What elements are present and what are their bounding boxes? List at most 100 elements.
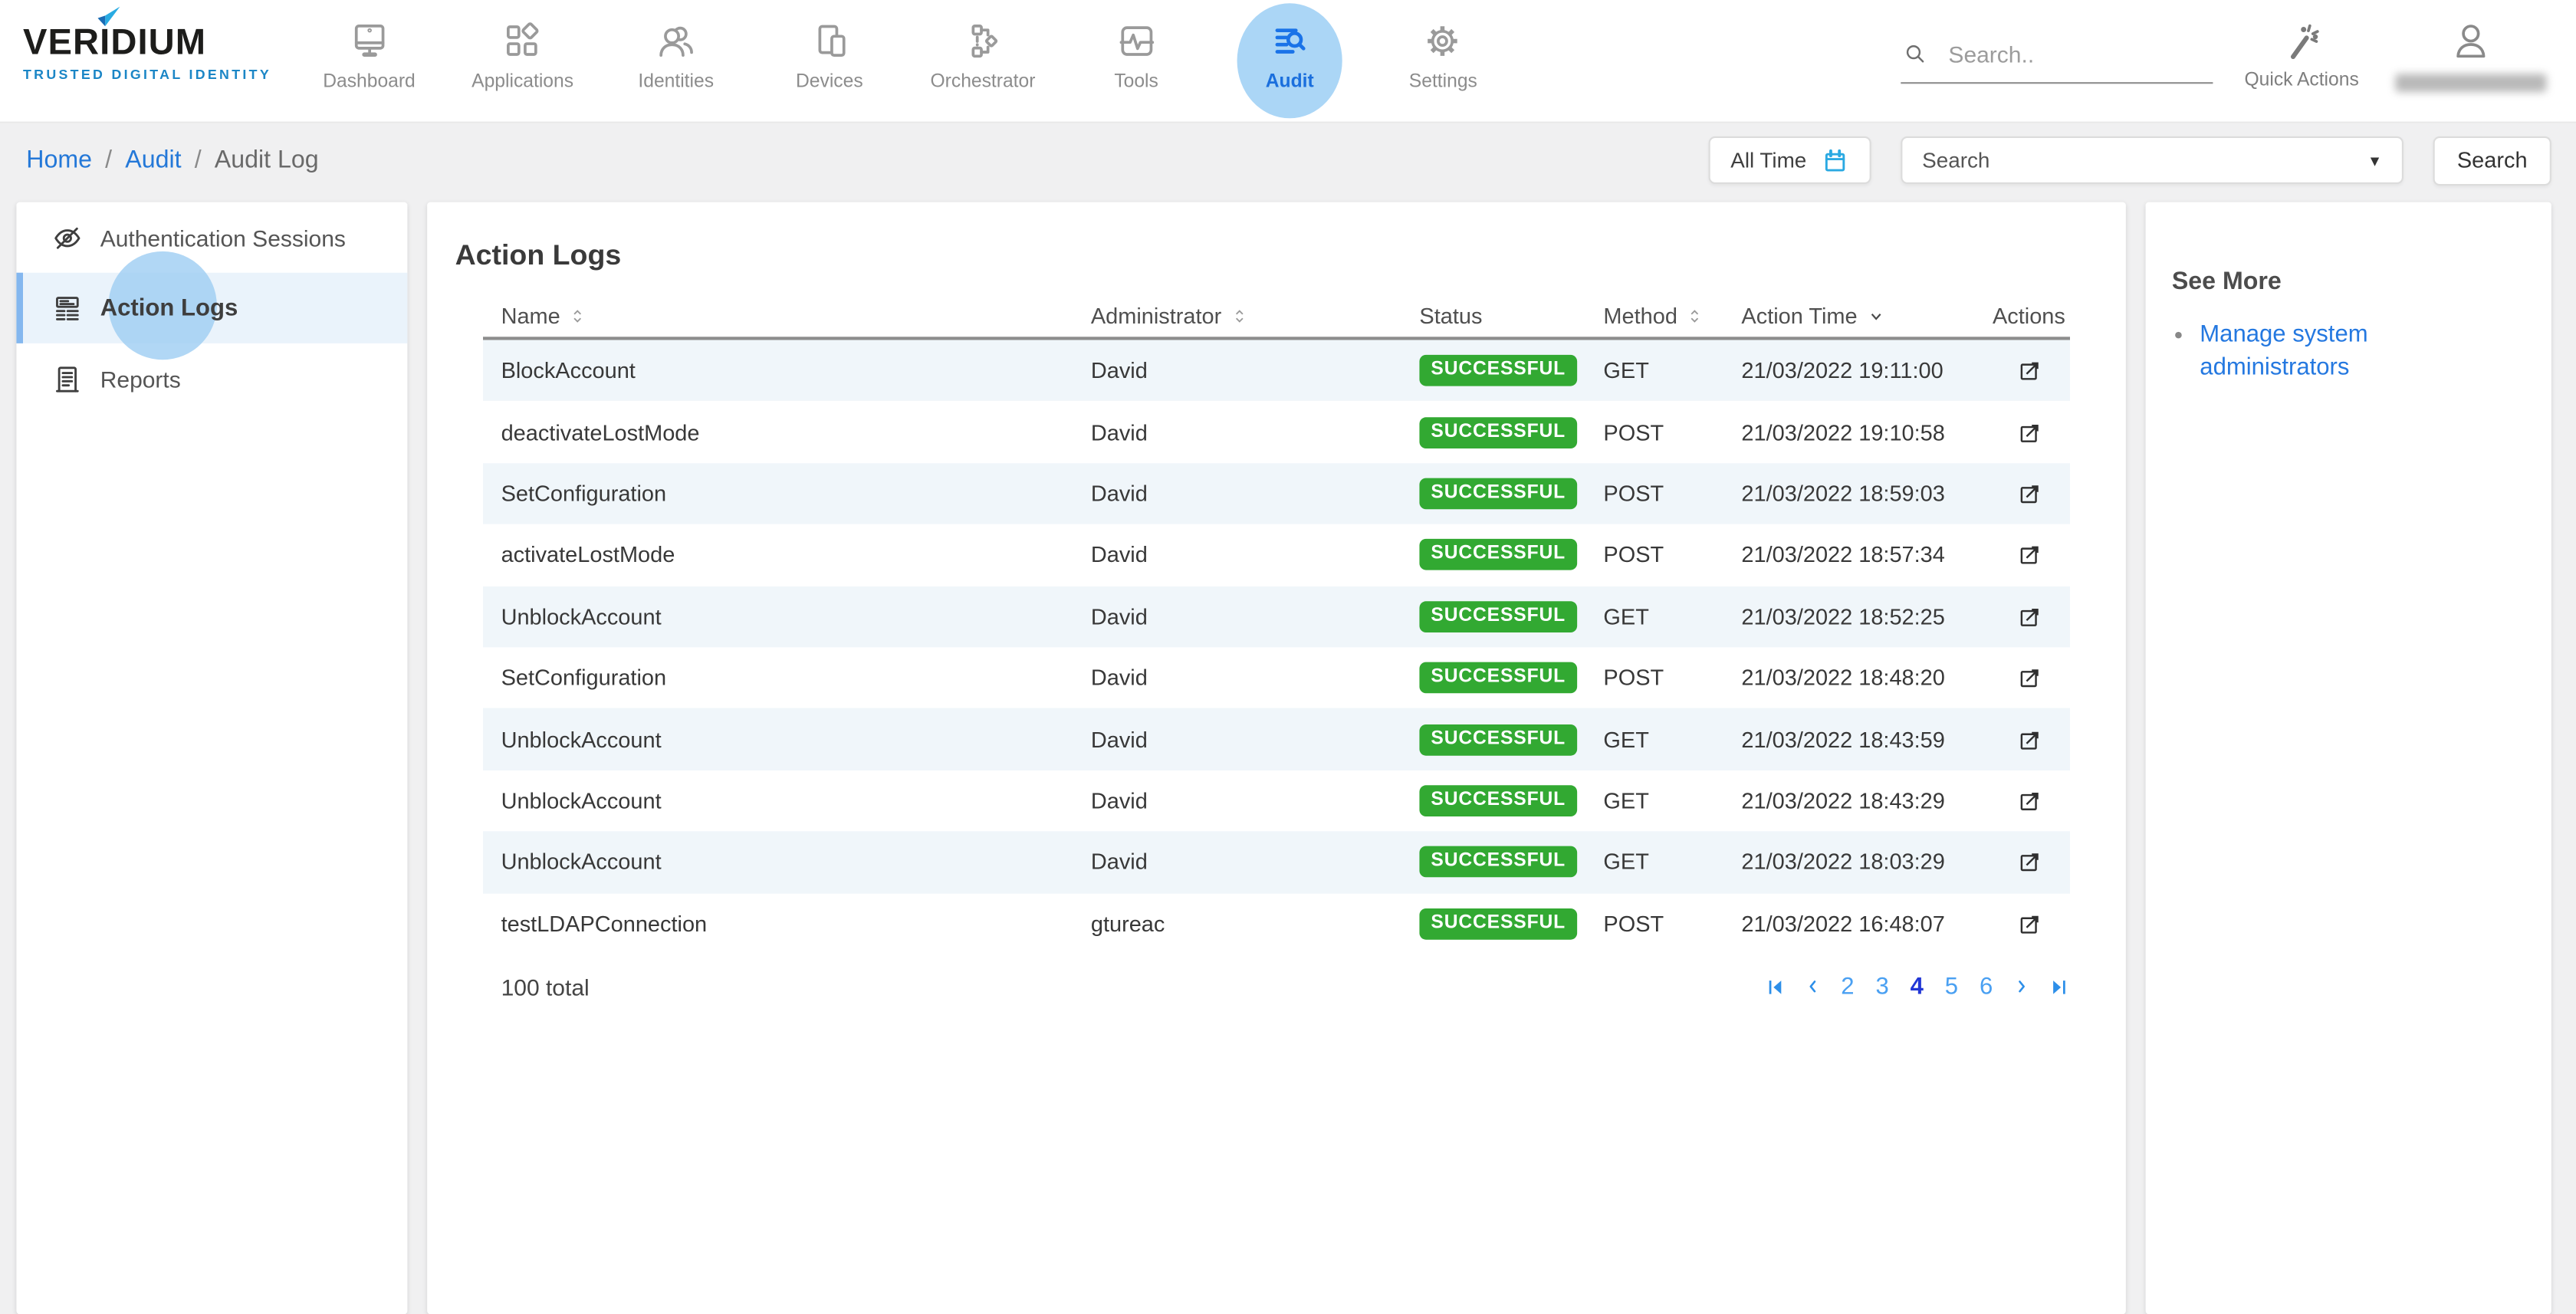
- column-header-name[interactable]: Name: [483, 304, 1091, 328]
- action-logs-panel: Action Logs Name Administrator Status: [427, 202, 2126, 1314]
- table-row[interactable]: testLDAPConnection gtureac SUCCESSFUL PO…: [483, 893, 2070, 954]
- table-row[interactable]: UnblockAccount David SUCCESSFUL GET 21/0…: [483, 770, 2070, 831]
- quick-actions-button[interactable]: Quick Actions: [2229, 20, 2374, 90]
- cell-name: UnblockAccount: [483, 788, 1091, 813]
- eye-off-icon: [51, 221, 84, 254]
- cell-action-time: 21/03/2022 18:57:34: [1741, 543, 1987, 567]
- cell-name: deactivateLostMode: [483, 420, 1091, 445]
- nav-item-orchestrator[interactable]: Orchestrator: [906, 0, 1060, 123]
- breadcrumb-home[interactable]: Home: [26, 146, 92, 174]
- global-search-input[interactable]: [1948, 41, 2178, 67]
- open-details-button[interactable]: [2015, 541, 2042, 569]
- pagination-page-6[interactable]: 6: [1976, 974, 1996, 1000]
- open-details-button[interactable]: [2015, 664, 2042, 691]
- cell-method: GET: [1603, 604, 1741, 629]
- column-header-method[interactable]: Method: [1603, 304, 1741, 328]
- sidebar-item-authentication-sessions[interactable]: Authentication Sessions: [16, 202, 407, 273]
- table-row[interactable]: deactivateLostMode David SUCCESSFUL POST…: [483, 402, 2070, 463]
- nav-item-settings[interactable]: Settings: [1366, 0, 1520, 123]
- pagination-first-button[interactable]: [1764, 976, 1787, 999]
- logo-tagline: TRUSTED DIGITAL IDENTITY: [23, 66, 302, 82]
- search-icon: [1901, 39, 1928, 67]
- open-in-new-icon: [2015, 787, 2042, 814]
- cell-action-time: 21/03/2022 18:43:29: [1741, 788, 1987, 813]
- breadcrumb-separator: /: [195, 146, 202, 174]
- search-field-select[interactable]: Search ▼: [1901, 136, 2404, 184]
- nav-item-applications[interactable]: Applications: [446, 0, 600, 123]
- cell-name: SetConfiguration: [483, 665, 1091, 690]
- open-in-new-icon: [2015, 419, 2042, 446]
- open-details-button[interactable]: [2015, 480, 2042, 508]
- manage-system-administrators-link[interactable]: Manage system administrators: [2200, 322, 2367, 382]
- open-details-button[interactable]: [2015, 356, 2042, 384]
- nav-item-audit[interactable]: Audit: [1213, 0, 1366, 123]
- status-badge: SUCCESSFUL: [1419, 785, 1577, 816]
- table-row[interactable]: activateLostMode David SUCCESSFUL POST 2…: [483, 524, 2070, 586]
- pagination-page-5[interactable]: 5: [1942, 974, 1962, 1000]
- total-count: 100 total: [483, 974, 590, 1000]
- sidebar-item-label: Reports: [100, 366, 181, 392]
- sidebar-item-action-logs[interactable]: Action Logs: [16, 273, 407, 343]
- open-details-button[interactable]: [2015, 848, 2042, 875]
- pagination-pages: 23456: [1838, 974, 1996, 1000]
- list-item: Manage system administrators: [2200, 319, 2471, 386]
- open-details-button[interactable]: [2015, 603, 2042, 630]
- column-header-actions: Actions: [1988, 304, 2070, 328]
- cell-name: BlockAccount: [483, 359, 1091, 383]
- sidebar-item-label: Action Logs: [100, 295, 238, 321]
- column-header-administrator[interactable]: Administrator: [1091, 304, 1420, 328]
- search-button[interactable]: Search: [2433, 136, 2551, 185]
- column-header-status[interactable]: Status: [1419, 304, 1603, 328]
- filter-bar: All Time Search ▼ Search: [1709, 136, 2551, 185]
- open-in-new-icon: [2015, 910, 2042, 938]
- breadcrumb: Home / Audit / Audit Log: [26, 146, 318, 174]
- table-row[interactable]: UnblockAccount David SUCCESSFUL GET 21/0…: [483, 832, 2070, 893]
- see-more-title: See More: [2172, 268, 2551, 295]
- pagination-page-4[interactable]: 4: [1907, 974, 1927, 1000]
- column-header-action-time[interactable]: Action Time: [1741, 304, 1987, 328]
- table-row[interactable]: SetConfiguration David SUCCESSFUL POST 2…: [483, 647, 2070, 708]
- user-menu[interactable]: [2390, 20, 2551, 92]
- breadcrumb-current: Audit Log: [215, 146, 319, 174]
- cell-administrator: David: [1091, 665, 1420, 690]
- cell-action-time: 21/03/2022 19:10:58: [1741, 420, 1987, 445]
- cell-method: POST: [1603, 481, 1741, 506]
- cell-administrator: David: [1091, 727, 1420, 751]
- see-more-panel: See More Manage system administrators: [2146, 202, 2551, 1314]
- table-row[interactable]: UnblockAccount David SUCCESSFUL GET 21/0…: [483, 708, 2070, 770]
- table-row[interactable]: SetConfiguration David SUCCESSFUL POST 2…: [483, 463, 2070, 524]
- pagination: 23456: [1764, 974, 2070, 1000]
- column-label: Actions: [1993, 304, 2065, 328]
- nav-item-dashboard[interactable]: Dashboard: [292, 0, 445, 123]
- cell-administrator: David: [1091, 850, 1420, 875]
- time-filter-button[interactable]: All Time: [1709, 136, 1871, 184]
- pagination-next-button[interactable]: [2011, 977, 2032, 998]
- veridium-logo[interactable]: VERIDIUM TRUSTED DIGITAL IDENTITY: [23, 25, 302, 82]
- open-details-button[interactable]: [2015, 787, 2042, 814]
- pagination-page-3[interactable]: 3: [1872, 974, 1892, 1000]
- table-header: Name Administrator Status Method: [483, 296, 2070, 340]
- open-details-button[interactable]: [2015, 419, 2042, 446]
- cell-action-time: 21/03/2022 16:48:07: [1741, 912, 1987, 936]
- nav-item-devices[interactable]: Devices: [753, 0, 906, 123]
- nav-item-tools[interactable]: Tools: [1060, 0, 1213, 123]
- sort-icon: [570, 307, 585, 326]
- status-badge: SUCCESSFUL: [1419, 846, 1577, 878]
- sort-icon: [1687, 307, 1702, 326]
- nav-item-identities[interactable]: Identities: [600, 0, 753, 123]
- breadcrumb-audit[interactable]: Audit: [125, 146, 181, 174]
- cell-name: SetConfiguration: [483, 481, 1091, 506]
- pagination-last-button[interactable]: [2047, 976, 2070, 999]
- open-details-button[interactable]: [2015, 910, 2042, 938]
- column-label: Status: [1419, 304, 1482, 328]
- open-details-button[interactable]: [2015, 725, 2042, 753]
- column-label: Action Time: [1741, 304, 1857, 328]
- pagination-page-2[interactable]: 2: [1838, 974, 1858, 1000]
- table-row[interactable]: BlockAccount David SUCCESSFUL GET 21/03/…: [483, 340, 2070, 402]
- cell-action-time: 21/03/2022 18:52:25: [1741, 604, 1987, 629]
- sidebar-item-reports[interactable]: Reports: [16, 343, 407, 414]
- cell-method: POST: [1603, 543, 1741, 567]
- table-row[interactable]: UnblockAccount David SUCCESSFUL GET 21/0…: [483, 586, 2070, 647]
- quick-actions-label: Quick Actions: [2244, 71, 2358, 90]
- pagination-prev-button[interactable]: [1802, 977, 1823, 998]
